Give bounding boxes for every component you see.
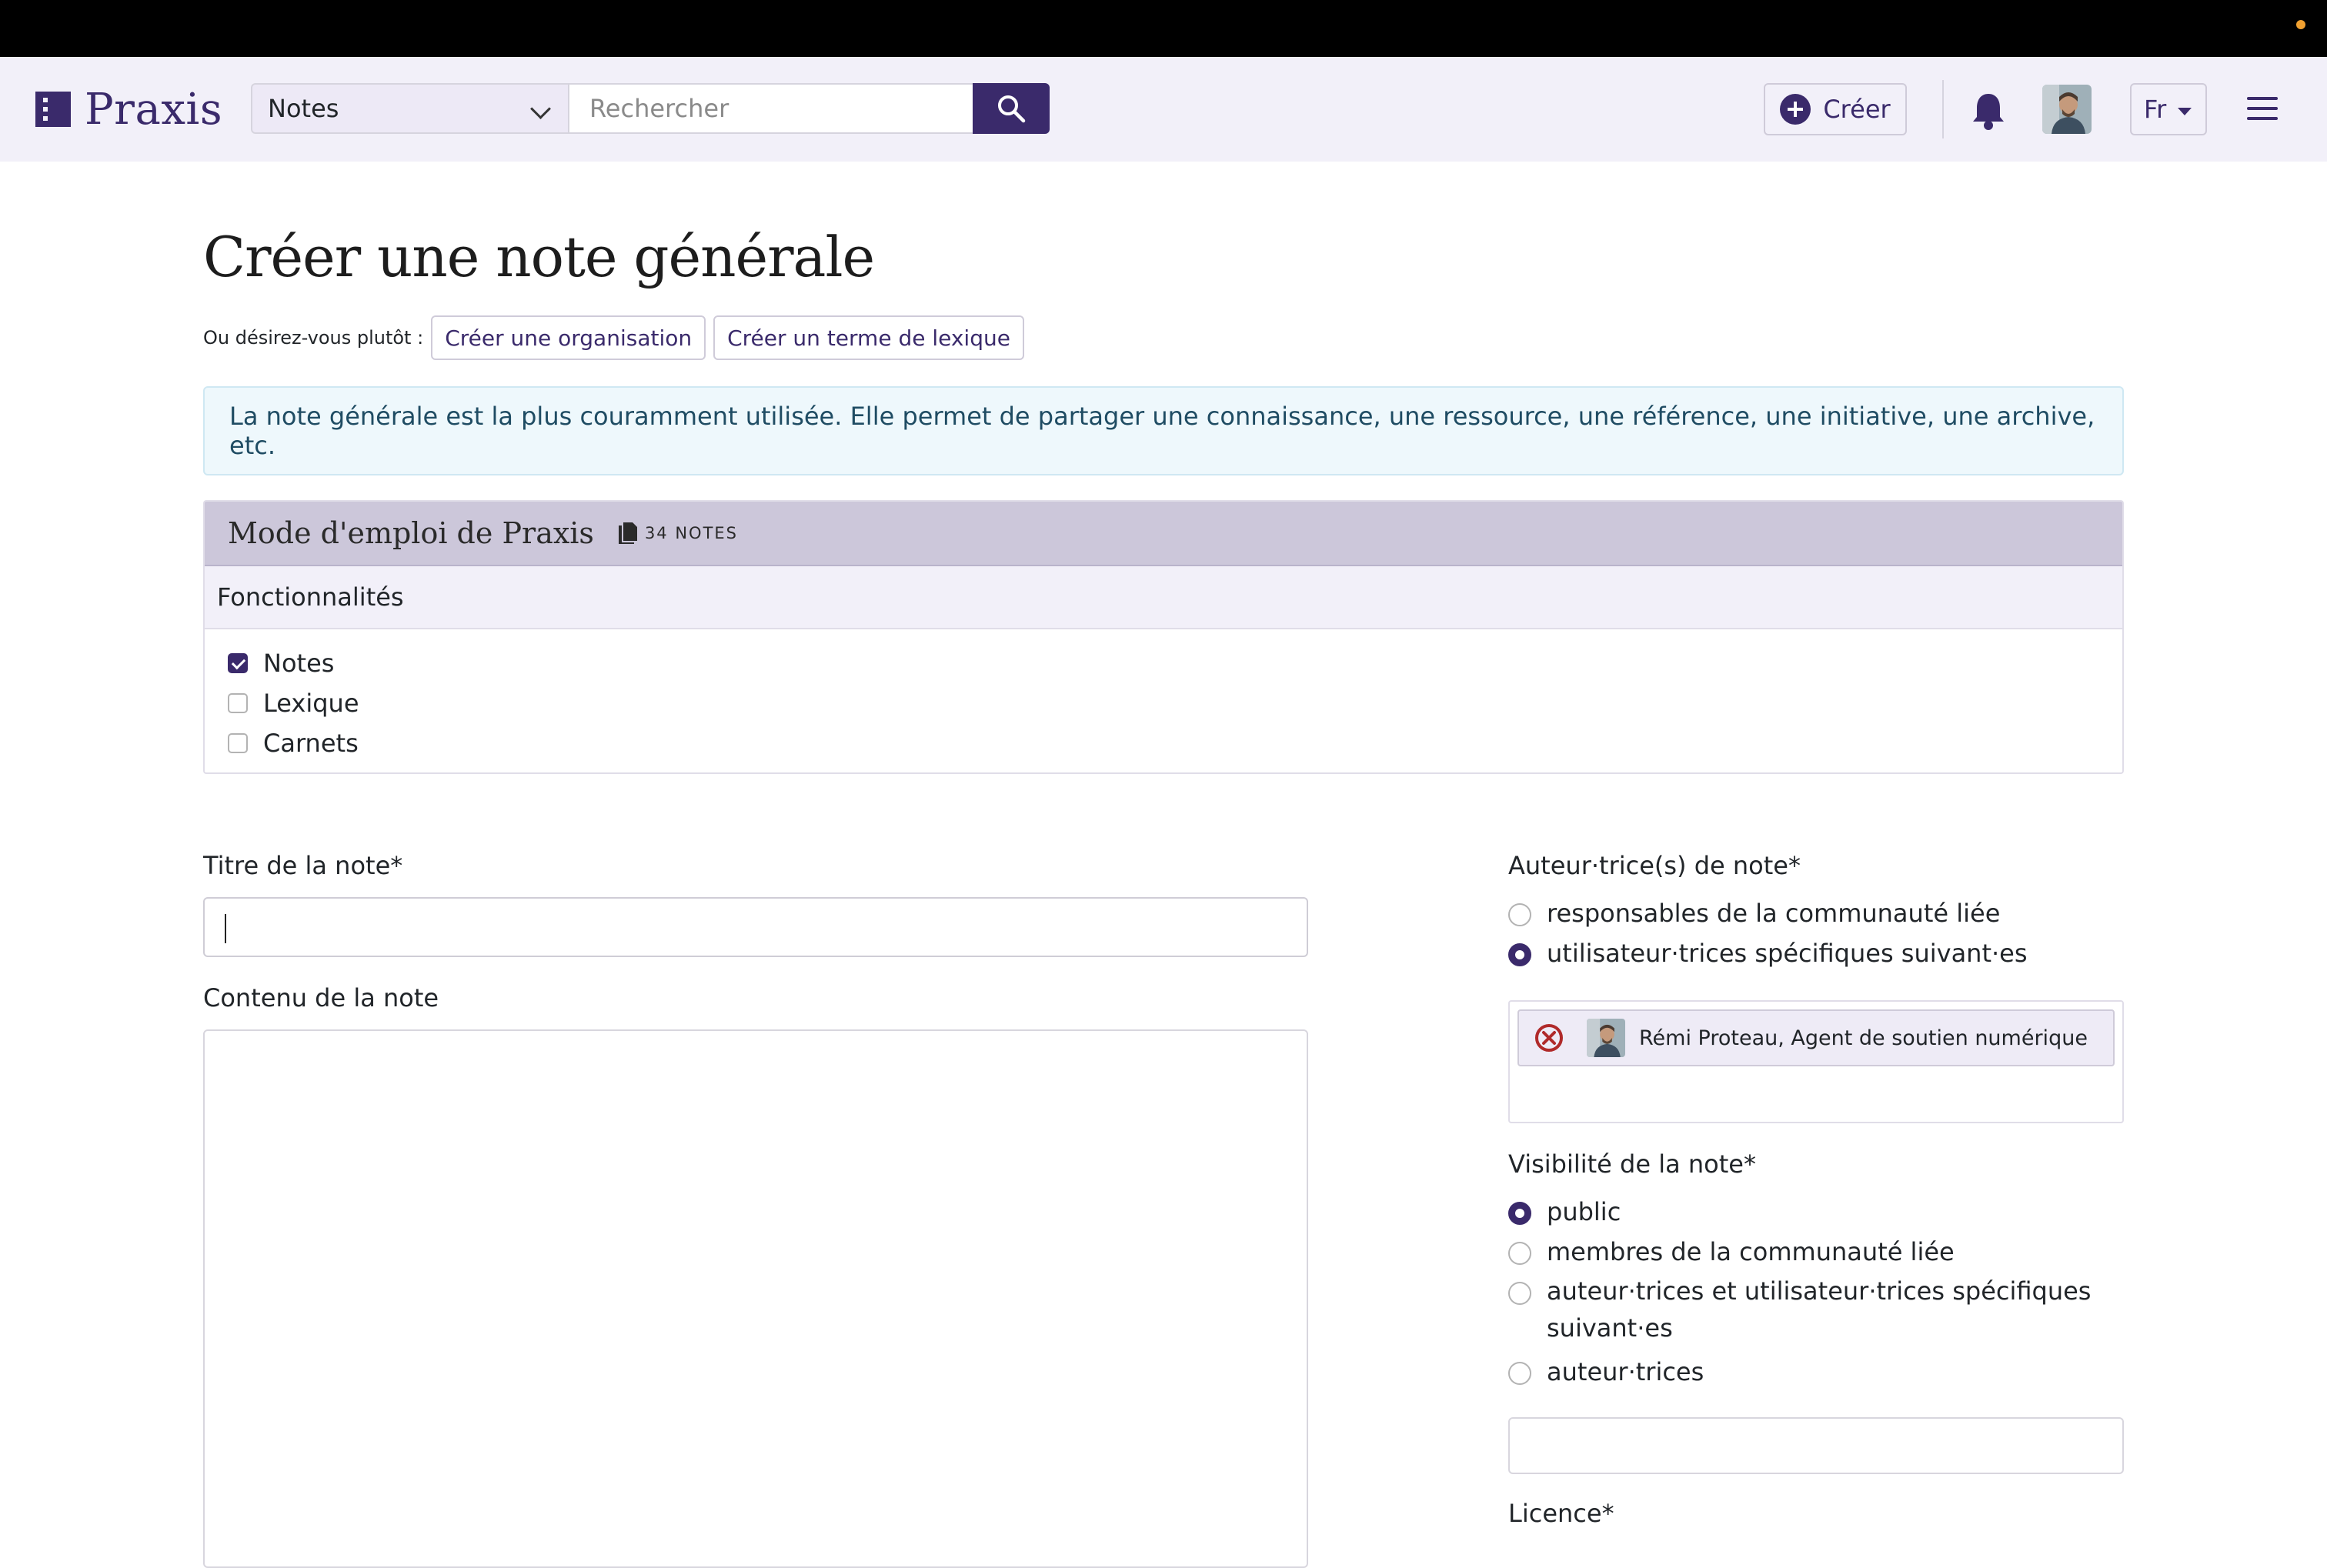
text-cursor — [225, 914, 226, 943]
praxis-logo-icon — [35, 92, 71, 127]
radio-unselected-icon[interactable] — [1508, 1242, 1531, 1265]
language-dropdown[interactable]: Fr — [2130, 83, 2207, 135]
visibility-option-public[interactable]: public — [1508, 1197, 1621, 1226]
checkbox-unchecked-icon[interactable] — [228, 693, 248, 713]
visibility-option-authors[interactable]: auteur·trices — [1508, 1357, 1704, 1386]
selected-author-chip: Rémi Proteau, Agent de soutien numérique — [1517, 1009, 2115, 1066]
visibility-users-input[interactable] — [1508, 1417, 2124, 1474]
community-card: Mode d'emploi de Praxis 34 NOTES Fonctio… — [203, 500, 2124, 774]
avatar-image-icon — [1587, 1019, 1625, 1057]
author-avatar — [1587, 1019, 1625, 1057]
search-scope-select[interactable]: Notes — [251, 83, 569, 134]
notes-count: 34 NOTES — [618, 522, 738, 544]
feature-notes[interactable]: Notes — [228, 643, 2122, 683]
user-avatar[interactable] — [2042, 85, 2092, 134]
feature-lexique[interactable]: Lexique — [228, 683, 2122, 723]
info-alert: La note générale est la plus couramment … — [203, 386, 2124, 475]
brand-logo[interactable]: Praxis — [35, 84, 223, 135]
visibility-option-label: auteur·trices et utilisateur·trices spéc… — [1547, 1276, 2092, 1306]
author-name: Rémi Proteau, Agent de soutien numérique — [1639, 1026, 2088, 1050]
community-card-header: Mode d'emploi de Praxis 34 NOTES — [205, 502, 2122, 566]
checkbox-unchecked-icon[interactable] — [228, 733, 248, 753]
remove-circle-icon[interactable] — [1534, 1023, 1564, 1053]
bell-icon[interactable] — [1970, 91, 2007, 131]
licence-label: Licence* — [1508, 1499, 1614, 1528]
search-input[interactable] — [568, 83, 974, 134]
radio-selected-icon[interactable] — [1508, 943, 1531, 966]
note-title-input[interactable] — [203, 897, 1308, 957]
authors-label: Auteur·trice(s) de note* — [1508, 851, 1801, 880]
author-option-label: responsables de la communauté liée — [1547, 899, 2001, 928]
author-option-specific-users[interactable]: utilisateur·trices spécifiques suivant·e… — [1508, 939, 2028, 968]
recording-indicator-icon — [2296, 20, 2305, 29]
alternative-prompt: Ou désirez-vous plutôt : — [203, 327, 424, 349]
search-button[interactable] — [973, 83, 1050, 134]
visibility-option-label-line2: suivant·es — [1547, 1313, 1673, 1343]
visibility-option-community-members[interactable]: membres de la communauté liée — [1508, 1237, 1955, 1266]
create-button[interactable]: Créer — [1764, 83, 1907, 135]
features-list: Notes Lexique Carnets — [205, 629, 2122, 763]
create-button-label: Créer — [1823, 95, 1891, 124]
brand-name: Praxis — [85, 84, 223, 135]
note-content-editor[interactable] — [203, 1029, 1308, 1568]
visibility-label: Visibilité de la note* — [1508, 1149, 1756, 1179]
visibility-option-authors-and-users[interactable]: auteur·trices et utilisateur·trices spéc… — [1508, 1276, 2091, 1346]
page-title: Créer une note générale — [203, 225, 875, 289]
navbar-divider — [1942, 80, 1944, 138]
note-content-label: Contenu de la note — [203, 983, 439, 1013]
feature-carnets[interactable]: Carnets — [228, 723, 2122, 763]
feature-label: Lexique — [263, 689, 359, 718]
plus-circle-icon — [1780, 94, 1811, 125]
checkbox-checked-icon[interactable] — [228, 653, 248, 673]
language-value: Fr — [2144, 95, 2167, 124]
menu-icon[interactable] — [2247, 97, 2278, 120]
author-option-label: utilisateur·trices spécifiques suivant·e… — [1547, 939, 2028, 968]
notes-count-text: 34 NOTES — [644, 524, 738, 542]
feature-label: Carnets — [263, 729, 359, 758]
visibility-option-label: membres de la communauté liée — [1547, 1237, 1955, 1266]
visibility-option-label: auteur·trices — [1547, 1357, 1704, 1386]
author-option-community-managers[interactable]: responsables de la communauté liée — [1508, 899, 2000, 928]
caret-down-icon — [2178, 108, 2192, 115]
chevron-down-icon — [530, 98, 551, 119]
system-top-bar — [0, 0, 2327, 57]
create-lexicon-term-button[interactable]: Créer un terme de lexique — [713, 315, 1024, 360]
radio-unselected-icon[interactable] — [1508, 903, 1531, 926]
radio-selected-icon[interactable] — [1508, 1202, 1531, 1225]
create-organisation-button[interactable]: Créer une organisation — [431, 315, 706, 360]
feature-label: Notes — [263, 649, 335, 678]
navbar: Praxis Notes Créer Fr — [0, 57, 2327, 162]
info-text: La note générale est la plus couramment … — [229, 402, 2095, 460]
visibility-option-label: public — [1547, 1197, 1621, 1226]
visibility-option-label-wrap: auteur·trices et utilisateur·trices spéc… — [1547, 1273, 2091, 1346]
features-section-title: Fonctionnalités — [205, 566, 2122, 629]
avatar-image-icon — [2042, 85, 2092, 134]
community-title[interactable]: Mode d'emploi de Praxis — [228, 516, 594, 550]
radio-unselected-icon[interactable] — [1508, 1282, 1531, 1305]
radio-unselected-icon[interactable] — [1508, 1362, 1531, 1385]
search-icon — [998, 95, 1026, 123]
search-scope-value: Notes — [268, 94, 339, 123]
alternative-actions: Ou désirez-vous plutôt : Créer une organ… — [203, 314, 1024, 362]
selected-authors-field[interactable]: Rémi Proteau, Agent de soutien numérique — [1508, 1000, 2124, 1123]
file-icon — [618, 522, 637, 544]
note-title-label: Titre de la note* — [203, 851, 403, 880]
